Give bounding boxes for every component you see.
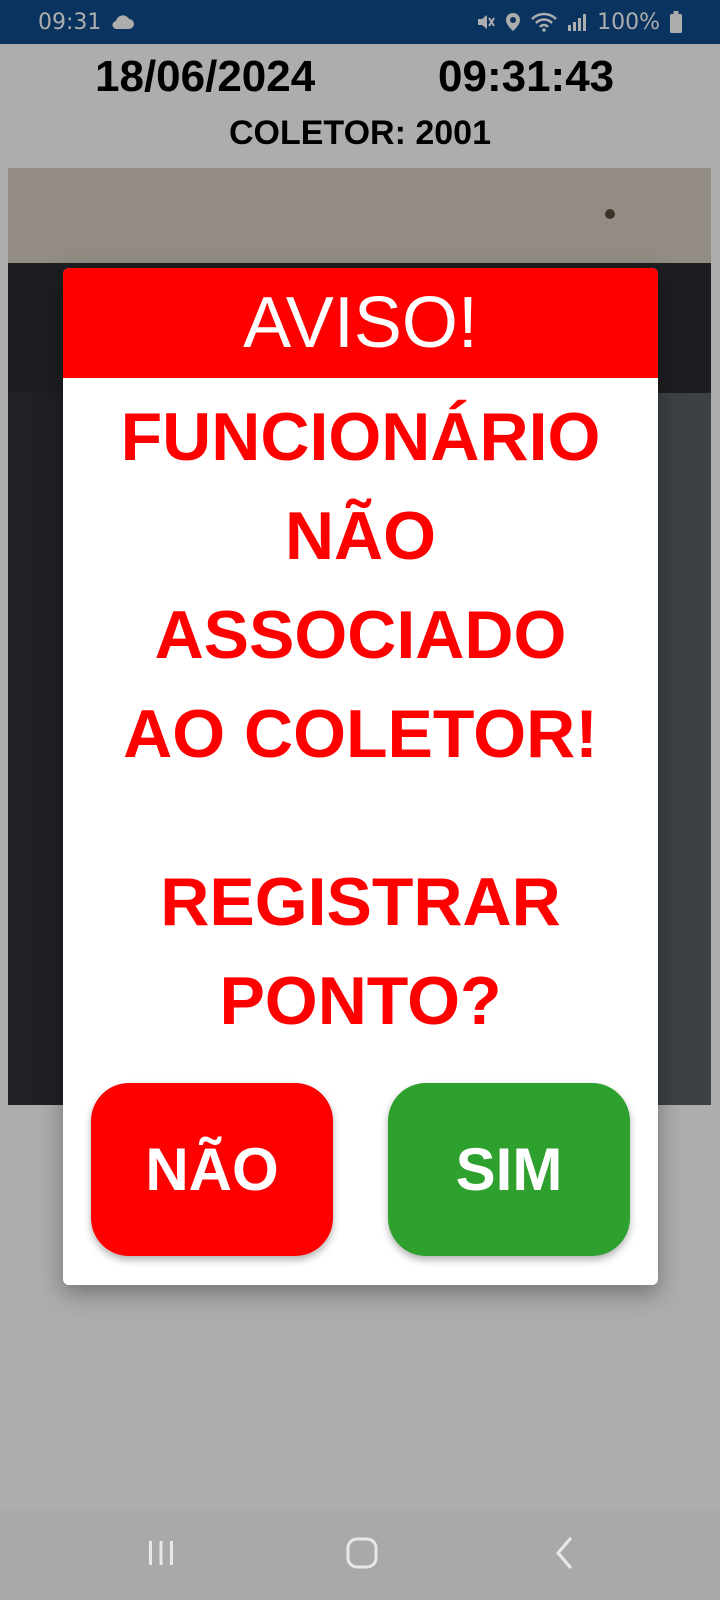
navigation-bar [0,1510,720,1600]
home-button[interactable] [332,1532,392,1578]
question-line: PONTO? [219,963,502,1039]
recents-icon [146,1538,176,1573]
message-line: FUNCIONÁRIO [120,399,601,475]
message-line: NÃO [284,498,437,574]
message-line: AO COLETOR! [123,696,598,772]
dialog-message: FUNCIONÁRIO NÃO ASSOCIADO AO COLETOR! [63,388,658,784]
dialog-title: AVISO! [63,268,658,378]
yes-button[interactable]: SIM [388,1083,630,1256]
question-line: REGISTRAR [160,864,561,940]
dialog-question: REGISTRAR PONTO? [63,853,658,1051]
no-button[interactable]: NÃO [91,1083,333,1256]
recents-button[interactable] [131,1532,191,1578]
back-icon [552,1536,578,1575]
warning-dialog: AVISO! FUNCIONÁRIO NÃO ASSOCIADO AO COLE… [63,268,658,1285]
back-button[interactable] [535,1532,595,1578]
home-icon [345,1536,379,1575]
message-line: ASSOCIADO [154,597,567,673]
